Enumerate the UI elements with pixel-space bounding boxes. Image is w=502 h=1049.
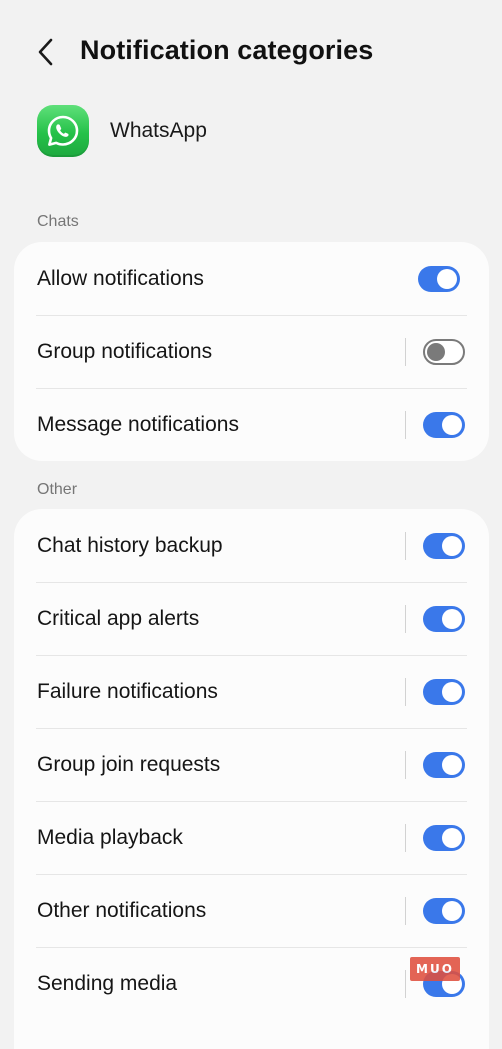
media-playback-toggle[interactable] (423, 824, 465, 851)
section-label-other: Other (37, 481, 78, 498)
divider (405, 677, 406, 706)
app-info: WhatsApp (37, 104, 207, 158)
row-group-join-requests[interactable]: Group join requests (14, 728, 489, 801)
row-label: Media playback (37, 825, 183, 849)
divider (405, 969, 406, 998)
muo-watermark-logo: MUO (410, 957, 460, 981)
row-critical-app-alerts[interactable]: Critical app alerts (14, 582, 489, 655)
row-label: Group join requests (37, 752, 221, 776)
divider (405, 896, 406, 925)
app-name: WhatsApp (110, 119, 207, 142)
divider (405, 604, 406, 633)
divider (405, 337, 406, 366)
row-group-notifications[interactable]: Group notifications (14, 315, 489, 388)
group-notifications-toggle[interactable] (423, 338, 465, 365)
section-label-chats: Chats (37, 213, 79, 230)
whatsapp-icon (37, 105, 89, 157)
header: Notification categories (0, 0, 502, 104)
row-label: Other notifications (37, 898, 207, 922)
chevron-left-icon (38, 38, 53, 66)
row-label: Allow notifications (37, 266, 204, 290)
divider (405, 823, 406, 852)
row-label: Chat history backup (37, 533, 223, 557)
row-label: Sending media (37, 971, 178, 995)
row-allow-notifications[interactable]: Allow notifications (14, 242, 489, 315)
allow-notifications-toggle[interactable] (418, 265, 460, 292)
page-title: Notification categories (80, 35, 374, 65)
row-other-notifications[interactable]: Other notifications (14, 874, 489, 947)
row-label: Message notifications (37, 412, 239, 436)
divider (405, 410, 406, 439)
chat-history-backup-toggle[interactable] (423, 532, 465, 559)
row-message-notifications[interactable]: Message notifications (14, 388, 489, 461)
divider (405, 750, 406, 779)
row-media-playback[interactable]: Media playback (14, 801, 489, 874)
row-label: Critical app alerts (37, 606, 200, 630)
divider (405, 531, 406, 560)
critical-app-alerts-toggle[interactable] (423, 605, 465, 632)
message-notifications-toggle[interactable] (423, 411, 465, 438)
row-failure-notifications[interactable]: Failure notifications (14, 655, 489, 728)
chats-card: Allow notifications Group notifications … (14, 242, 489, 461)
row-label: Failure notifications (37, 679, 218, 703)
group-join-requests-toggle[interactable] (423, 751, 465, 778)
other-notifications-toggle[interactable] (423, 897, 465, 924)
row-chat-history-backup[interactable]: Chat history backup (14, 509, 489, 582)
failure-notifications-toggle[interactable] (423, 678, 465, 705)
row-label: Group notifications (37, 339, 213, 363)
back-button[interactable] (30, 36, 62, 68)
